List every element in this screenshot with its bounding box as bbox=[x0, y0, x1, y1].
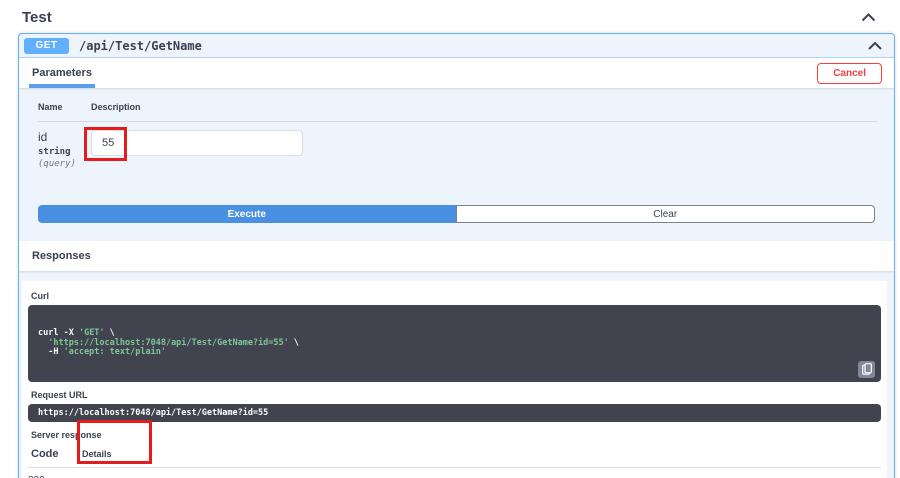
column-header-code: Code bbox=[31, 447, 59, 460]
chevron-up-icon[interactable] bbox=[868, 37, 882, 55]
request-url-label: Request URL bbox=[31, 389, 88, 400]
column-header-description: Description bbox=[91, 102, 141, 112]
column-header-name: Name bbox=[38, 102, 63, 112]
clear-button[interactable]: Clear bbox=[455, 205, 875, 223]
column-header-details: Details bbox=[82, 448, 112, 459]
tab-parameters[interactable]: Parameters bbox=[29, 58, 95, 88]
tag-section-header[interactable]: Test bbox=[0, 0, 900, 33]
parameters-table: Name Description id string (query) bbox=[19, 88, 894, 169]
response-row: 200 Response body 55:Bill Download bbox=[28, 468, 881, 478]
copy-curl-button[interactable] bbox=[858, 360, 875, 378]
parameter-location: (query) bbox=[38, 159, 76, 169]
execute-button[interactable]: Execute bbox=[38, 205, 456, 223]
cancel-button[interactable]: Cancel bbox=[817, 62, 882, 84]
endpoint-path: /api/Test/GetName bbox=[79, 38, 202, 53]
response-table-head: Code Details bbox=[28, 448, 881, 468]
server-response-label: Server response bbox=[31, 429, 102, 440]
parameter-type: string bbox=[38, 147, 71, 157]
parameters-table-head: Name Description bbox=[38, 102, 878, 122]
tab-parameters-label: Parameters bbox=[32, 67, 92, 79]
parameter-row: id string (query) bbox=[38, 122, 878, 169]
request-url-block: https://localhost:7048/api/Test/GetName?… bbox=[28, 403, 881, 422]
curl-label: Curl bbox=[31, 291, 49, 301]
responses-header: Responses bbox=[19, 241, 894, 271]
chevron-up-icon[interactable] bbox=[861, 9, 876, 27]
parameter-id-input[interactable] bbox=[91, 130, 303, 156]
parameter-name-cell: id string (query) bbox=[38, 130, 91, 169]
parameters-header: Parameters Cancel bbox=[19, 58, 894, 88]
status-code: 200 bbox=[28, 473, 82, 478]
parameter-description-cell bbox=[91, 130, 303, 169]
response-detail-cell: Response body 55:Bill Download bbox=[82, 473, 881, 478]
opblock-get: GET /api/Test/GetName Parameters Cancel … bbox=[18, 33, 895, 478]
opblock-summary[interactable]: GET /api/Test/GetName bbox=[19, 34, 894, 58]
curl-command-block: curl -X 'GET' \ 'https://localhost:7048/… bbox=[28, 305, 881, 382]
http-method-badge: GET bbox=[24, 37, 69, 54]
execute-wrapper: Execute Clear bbox=[38, 205, 875, 223]
responses-title: Responses bbox=[32, 250, 91, 262]
swagger-page: Test GET /api/Test/GetName Parameters Ca… bbox=[0, 0, 900, 478]
active-tab-underline bbox=[29, 84, 95, 88]
responses-inner: Curl curl -X 'GET' \ 'https://localhost:… bbox=[22, 281, 887, 478]
tag-title: Test bbox=[22, 9, 52, 26]
parameter-name: id bbox=[38, 130, 48, 144]
